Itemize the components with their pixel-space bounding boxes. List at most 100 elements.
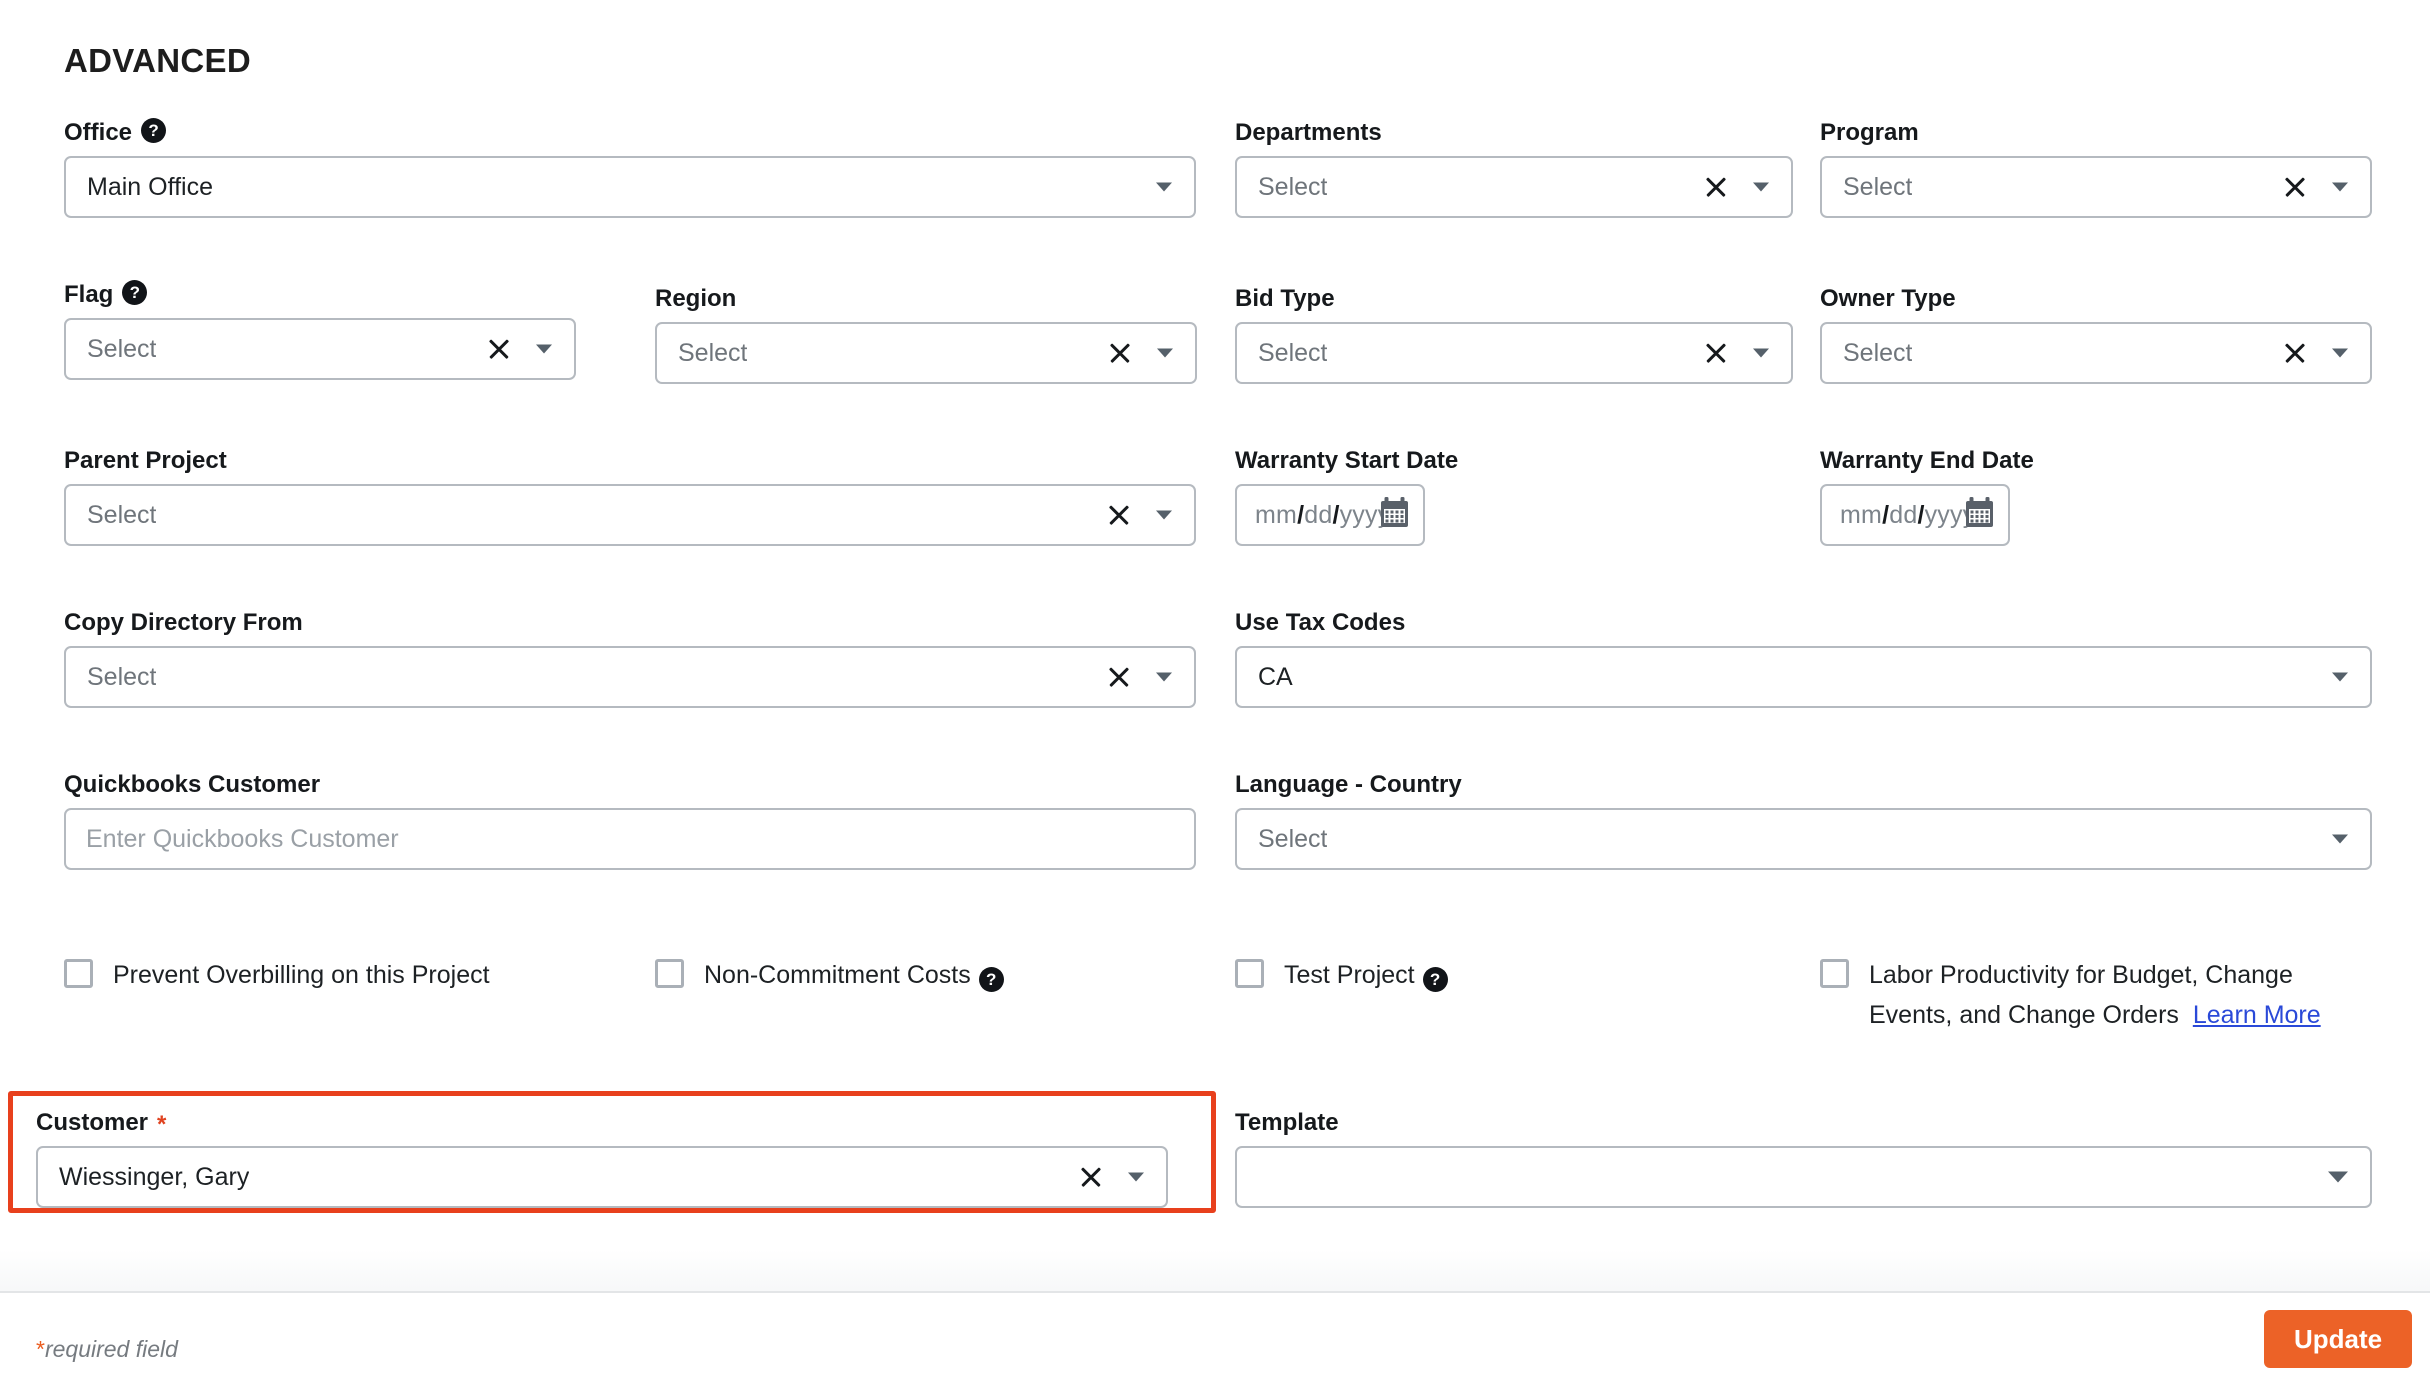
checkbox-test-project[interactable]: Test Project? xyxy=(1235,955,1448,995)
label-text-parent-project: Parent Project xyxy=(64,447,227,474)
field-use-tax-codes: Use Tax Codes CA xyxy=(1235,608,2372,708)
field-template: Template xyxy=(1235,1108,2372,1208)
label-text-region: Region xyxy=(655,285,737,312)
advanced-settings-form-page: ADVANCED Office ? Main Office Department… xyxy=(0,0,2430,1384)
chevron-down-icon[interactable] xyxy=(536,344,552,354)
label-text-office: Office xyxy=(64,119,133,146)
close-x-icon[interactable] xyxy=(1106,664,1132,690)
chevron-down-icon[interactable] xyxy=(1753,182,1769,192)
checkbox-label-text-non-commitment-costs: Non-Commitment Costs xyxy=(704,961,971,989)
date-segment-mm[interactable]: mm xyxy=(1840,501,1882,529)
language-country-select[interactable]: Select xyxy=(1235,808,2372,870)
label-text-departments: Departments xyxy=(1235,119,1382,146)
field-label-template: Template xyxy=(1235,1108,2372,1138)
close-x-icon[interactable] xyxy=(1703,340,1729,366)
update-button[interactable]: Update xyxy=(2264,1310,2412,1368)
program-select-value: Select xyxy=(1843,172,1913,201)
required-field-note: *required field xyxy=(36,1336,178,1363)
checkbox-label-labor-productivity: Labor Productivity for Budget, Change Ev… xyxy=(1869,955,2359,1035)
checkbox-input-labor-productivity[interactable] xyxy=(1820,959,1849,988)
calendar-icon[interactable] xyxy=(1380,497,1409,533)
question-mark-icon[interactable]: ? xyxy=(141,117,167,143)
checkbox-label-text-test-project: Test Project xyxy=(1284,961,1415,989)
checkbox-label-non-commitment-costs: Non-Commitment Costs? xyxy=(704,955,1004,995)
region-select-value: Select xyxy=(678,338,748,367)
chevron-down-icon[interactable] xyxy=(2332,348,2348,358)
field-label-program: Program xyxy=(1820,118,2372,148)
departments-select[interactable]: Select xyxy=(1235,156,1793,218)
question-mark-icon[interactable]: ? xyxy=(978,967,1004,992)
footer-bar xyxy=(0,1293,2430,1384)
label-text-bid-type: Bid Type xyxy=(1235,285,1335,312)
program-select[interactable]: Select xyxy=(1820,156,2372,218)
close-x-icon[interactable] xyxy=(1703,174,1729,200)
region-select[interactable]: Select xyxy=(655,322,1197,384)
flag-select[interactable]: Select xyxy=(64,318,576,380)
checkbox-labor-productivity[interactable]: Labor Productivity for Budget, Change Ev… xyxy=(1820,955,2359,1035)
parent-project-select-value: Select xyxy=(87,500,157,529)
label-text-flag: Flag xyxy=(64,281,114,308)
field-program: Program Select xyxy=(1820,118,2372,218)
use-tax-codes-select[interactable]: CA xyxy=(1235,646,2372,708)
chevron-down-icon[interactable] xyxy=(1753,348,1769,358)
label-text-program: Program xyxy=(1820,119,1919,146)
checkbox-input-non-commitment-costs[interactable] xyxy=(655,959,684,988)
field-label-departments: Departments xyxy=(1235,118,1793,148)
copy-directory-from-select[interactable]: Select xyxy=(64,646,1196,708)
warranty-end-date-value: mm/dd/yyyy xyxy=(1822,501,1975,530)
close-x-icon[interactable] xyxy=(2282,340,2308,366)
close-x-icon[interactable] xyxy=(2282,174,2308,200)
checkbox-input-prevent-overbilling[interactable] xyxy=(64,959,93,988)
warranty-end-date-input[interactable]: mm/dd/yyyy xyxy=(1820,484,2010,546)
copy-directory-from-select-value: Select xyxy=(87,662,157,691)
question-mark-icon[interactable]: ? xyxy=(1422,967,1448,992)
field-label-owner-type: Owner Type xyxy=(1820,284,2372,314)
owner-type-select[interactable]: Select xyxy=(1820,322,2372,384)
learn-more-link[interactable]: Learn More xyxy=(2193,1001,2321,1029)
checkbox-non-commitment-costs[interactable]: Non-Commitment Costs? xyxy=(655,955,1004,995)
office-select[interactable]: Main Office xyxy=(64,156,1196,218)
checkbox-prevent-overbilling[interactable]: Prevent Overbilling on this Project xyxy=(64,955,490,995)
close-x-icon[interactable] xyxy=(1078,1164,1104,1190)
chevron-down-icon[interactable] xyxy=(2332,834,2348,844)
field-parent-project: Parent Project Select xyxy=(64,446,1196,546)
checkbox-input-test-project[interactable] xyxy=(1235,959,1264,988)
chevron-down-icon[interactable] xyxy=(1156,672,1172,682)
customer-select-value: Wiessinger, Gary xyxy=(59,1162,250,1191)
field-departments: Departments Select xyxy=(1235,118,1793,218)
page-title: ADVANCED xyxy=(64,42,251,79)
date-segment-mm[interactable]: mm xyxy=(1255,501,1297,529)
office-select-value: Main Office xyxy=(87,172,213,201)
chevron-down-icon[interactable] xyxy=(1156,182,1172,192)
question-mark-icon[interactable]: ? xyxy=(122,279,148,305)
field-label-customer: Customer * xyxy=(36,1108,1168,1138)
label-text-copy-directory-from: Copy Directory From xyxy=(64,609,303,636)
label-text-language-country: Language - Country xyxy=(1235,771,1462,798)
field-warranty-end-date: Warranty End Date mm/dd/yyyy xyxy=(1820,446,2034,546)
template-select[interactable] xyxy=(1235,1146,2372,1208)
calendar-icon[interactable] xyxy=(1965,497,1994,533)
label-text-quickbooks-customer: Quickbooks Customer xyxy=(64,771,321,798)
chevron-down-icon[interactable] xyxy=(2328,1171,2348,1183)
warranty-start-date-input[interactable]: mm/dd/yyyy xyxy=(1235,484,1425,546)
chevron-down-icon[interactable] xyxy=(2332,182,2348,192)
field-label-office: Office ? xyxy=(64,117,1196,148)
close-x-icon[interactable] xyxy=(1106,502,1132,528)
date-segment-dd[interactable]: dd xyxy=(1304,501,1332,529)
date-separator: / xyxy=(1332,500,1340,529)
bid-type-select[interactable]: Select xyxy=(1235,322,1793,384)
close-x-icon[interactable] xyxy=(486,336,512,362)
field-copy-directory-from: Copy Directory From Select xyxy=(64,608,1196,708)
checkbox-label-prevent-overbilling: Prevent Overbilling on this Project xyxy=(113,961,490,989)
quickbooks-customer-input[interactable] xyxy=(64,808,1196,870)
customer-select[interactable]: Wiessinger, Gary xyxy=(36,1146,1168,1208)
chevron-down-icon[interactable] xyxy=(1157,348,1173,358)
date-segment-dd[interactable]: dd xyxy=(1889,501,1917,529)
field-quickbooks-customer: Quickbooks Customer xyxy=(64,770,1196,870)
close-x-icon[interactable] xyxy=(1107,340,1133,366)
chevron-down-icon[interactable] xyxy=(2332,672,2348,682)
parent-project-select[interactable]: Select xyxy=(64,484,1196,546)
chevron-down-icon[interactable] xyxy=(1128,1172,1144,1182)
label-text-warranty-end-date: Warranty End Date xyxy=(1820,447,2034,474)
chevron-down-icon[interactable] xyxy=(1156,510,1172,520)
